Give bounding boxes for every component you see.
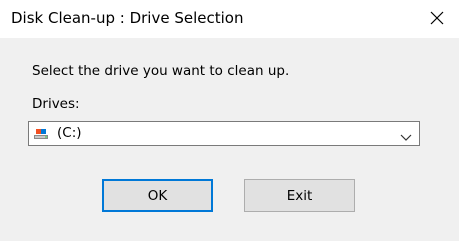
title-bar: Disk Clean-up : Drive Selection xyxy=(0,0,459,38)
ok-button[interactable]: OK xyxy=(102,179,213,212)
drive-select[interactable]: (C:) xyxy=(28,121,420,146)
dialog-content: Select the drive you want to clean up. D… xyxy=(0,38,459,241)
close-icon xyxy=(430,11,444,25)
window-title: Disk Clean-up : Drive Selection xyxy=(11,9,244,27)
selected-drive: (C:) xyxy=(57,125,82,141)
close-button[interactable] xyxy=(415,0,459,36)
drives-label: Drives: xyxy=(32,96,80,112)
drive-icon xyxy=(33,126,49,142)
dialog-window: Disk Clean-up : Drive Selection Select t… xyxy=(0,0,459,241)
chevron-down-icon[interactable] xyxy=(400,128,412,141)
exit-button[interactable]: Exit xyxy=(244,179,355,212)
instruction-text: Select the drive you want to clean up. xyxy=(32,63,290,79)
